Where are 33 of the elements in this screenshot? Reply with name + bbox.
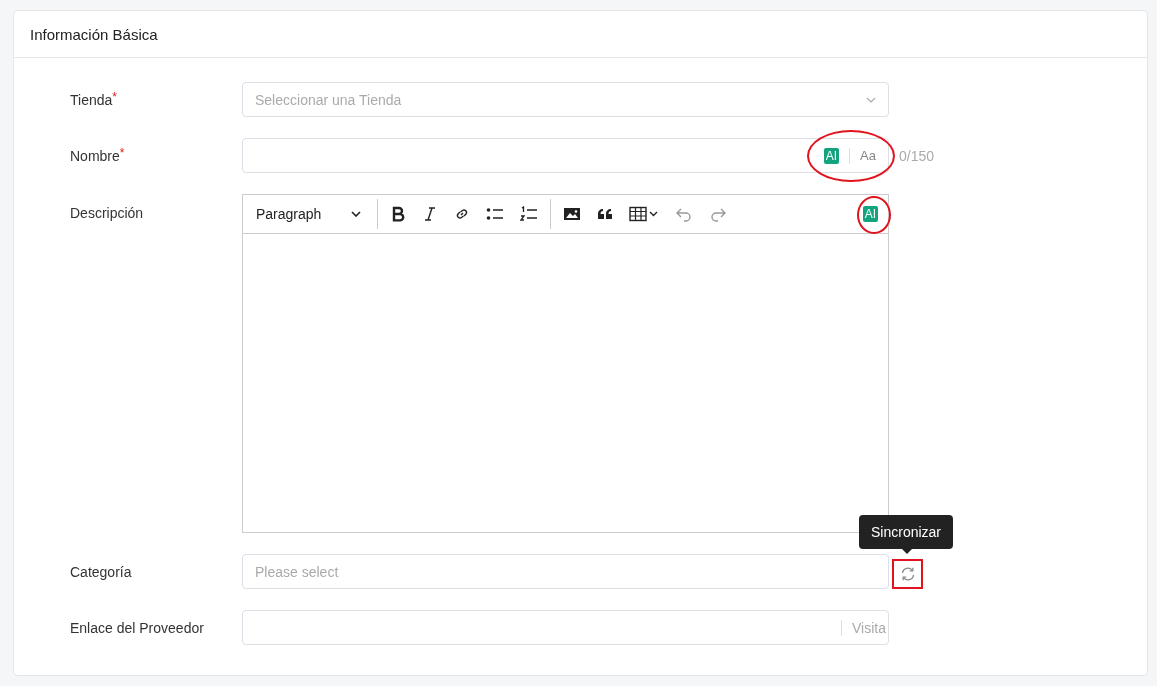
store-select[interactable]: Seleccionar una Tienda	[242, 82, 889, 117]
numbered-list-icon[interactable]	[520, 206, 539, 222]
redo-icon[interactable]	[709, 206, 728, 222]
field-label: Enlace del Proveedor	[70, 619, 204, 636]
ai-button[interactable]: AI	[862, 206, 878, 222]
text-case-button[interactable]: Aa	[860, 148, 876, 163]
refresh-icon	[899, 565, 916, 582]
field-label: Nombre	[70, 147, 120, 164]
image-icon[interactable]	[563, 206, 582, 222]
undo-icon[interactable]	[675, 206, 694, 222]
field-label: Categoría	[70, 563, 132, 580]
chevron-down-icon	[351, 211, 362, 217]
character-counter: 0/150	[899, 147, 935, 164]
field-label: Descripción	[70, 205, 144, 221]
quote-icon[interactable]	[597, 206, 614, 222]
required-mark: *	[112, 89, 117, 104]
paragraph-dropdown[interactable]: Paragraph	[248, 206, 370, 222]
chevron-down-icon	[866, 96, 876, 103]
category-select[interactable]: Please select	[242, 554, 889, 589]
bulleted-list-icon[interactable]	[486, 206, 505, 222]
annotation-circle	[857, 196, 891, 234]
sync-button[interactable]	[892, 558, 923, 589]
required-mark: *	[119, 145, 125, 160]
ai-button[interactable]: AI	[823, 147, 840, 164]
table-icon[interactable]	[629, 206, 660, 222]
card-title: Información Básica	[30, 25, 158, 43]
field-label: Tienda	[70, 91, 113, 108]
visit-link[interactable]: Visita	[852, 619, 886, 636]
name-input[interactable]: AI Aa	[242, 138, 889, 173]
supplier-link-input[interactable]: Visita	[242, 610, 889, 645]
tooltip-arrow	[902, 548, 912, 554]
tooltip: Sincronizar	[859, 514, 954, 549]
bold-icon[interactable]	[390, 206, 407, 222]
